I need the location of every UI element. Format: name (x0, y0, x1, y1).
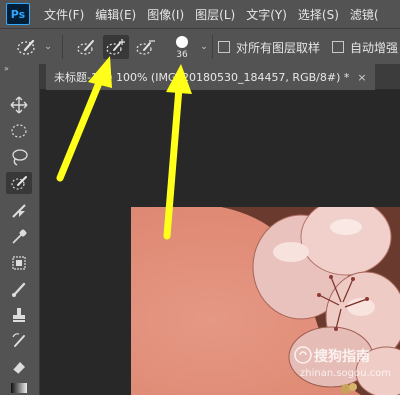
brush-size-value: 36 (176, 49, 188, 60)
options-bar: ⌄ 36 ⌄ 对所有图层取样 自动增强 (0, 28, 400, 64)
auto-enhance-label: 自动增强 (350, 40, 399, 55)
slice-icon (12, 204, 26, 218)
brush-tool[interactable] (6, 278, 32, 300)
sample-all-layers-label: 对所有图层取样 (236, 40, 321, 55)
menu-select[interactable]: 选择(S) (298, 6, 339, 23)
menu-items: 文件(F) 编辑(E) 图像(I) 图层(L) 文字(Y) 选择(S) 滤镜( (44, 6, 390, 23)
eyedropper-icon (12, 229, 27, 244)
move-icon (10, 96, 28, 114)
lasso-tool[interactable] (6, 146, 32, 168)
menu-layer[interactable]: 图层(L) (195, 6, 235, 23)
eraser-tool[interactable] (6, 356, 32, 378)
panel-collapse-grip[interactable]: » (0, 64, 39, 74)
subtract-from-selection-button[interactable] (133, 35, 159, 59)
lasso-icon (12, 149, 28, 166)
brush-icon (12, 282, 26, 297)
eraser-icon (12, 362, 25, 375)
photoshop-logo[interactable]: Ps (6, 3, 30, 25)
separator (212, 35, 213, 59)
clone-stamp-tool[interactable] (6, 304, 32, 326)
auto-enhance-option[interactable]: 自动增强 (332, 35, 398, 59)
brush-tip-icon (176, 35, 188, 48)
stamp-icon (13, 308, 25, 322)
history-brush-icon (12, 333, 25, 347)
gradient-icon (11, 383, 27, 393)
menu-file[interactable]: 文件(F) (44, 6, 84, 23)
auto-enhance-checkbox[interactable] (332, 41, 344, 53)
eyedropper-tool[interactable] (6, 226, 32, 248)
watermark: 搜狗指南 zhinan.sogou.com (294, 346, 400, 386)
healing-brush-tool[interactable] (6, 252, 32, 274)
crop-tool[interactable] (6, 200, 32, 222)
chevron-down-icon[interactable]: ⌄ (198, 35, 210, 59)
menu-image[interactable]: 图像(I) (147, 6, 184, 23)
sample-all-layers-checkbox[interactable] (218, 41, 230, 53)
brush-add-icon (106, 39, 125, 55)
move-tool[interactable] (6, 94, 32, 116)
chevron-down-icon[interactable]: ⌄ (42, 35, 54, 59)
document-tab-label: 未标题-1 @ 100% (IMG_20180530_184457, RGB/8… (54, 71, 350, 84)
brush-selection-icon (77, 40, 94, 55)
separator (62, 35, 63, 59)
quick-selection-icon (11, 176, 27, 190)
document-tab-bar: 未标题-1 @ 100% (IMG_20180530_184457, RGB/8… (40, 64, 400, 90)
menu-filter[interactable]: 滤镜( (350, 6, 379, 23)
menu-bar: Ps 文件(F) 编辑(E) 图像(I) 图层(L) 文字(Y) 选择(S) 滤… (0, 0, 400, 28)
brush-size-picker[interactable]: 36 (170, 31, 194, 63)
marquee-icon (11, 124, 27, 138)
elliptical-marquee-tool[interactable] (6, 120, 32, 142)
sample-all-layers-option[interactable]: 对所有图层取样 (218, 35, 320, 59)
quick-selection-tool[interactable] (6, 172, 32, 194)
menu-edit[interactable]: 编辑(E) (95, 6, 136, 23)
quick-selection-icon (17, 39, 35, 55)
watermark-url: zhinan.sogou.com (300, 368, 392, 379)
close-icon[interactable]: × (357, 71, 366, 84)
tool-preset-picker[interactable] (14, 35, 40, 59)
patch-icon (12, 256, 26, 270)
document-tab[interactable]: 未标题-1 @ 100% (IMG_20180530_184457, RGB/8… (46, 64, 375, 90)
menu-type[interactable]: 文字(Y) (246, 6, 287, 23)
watermark-logo-icon (294, 346, 312, 364)
watermark-text: 搜狗指南 (314, 349, 370, 365)
gradient-tool[interactable] (6, 382, 32, 394)
brush-subtract-icon (136, 40, 155, 55)
new-selection-button[interactable] (74, 35, 100, 59)
add-to-selection-button[interactable] (103, 35, 129, 59)
tools-panel: » (0, 64, 40, 395)
history-brush-tool[interactable] (6, 330, 32, 352)
